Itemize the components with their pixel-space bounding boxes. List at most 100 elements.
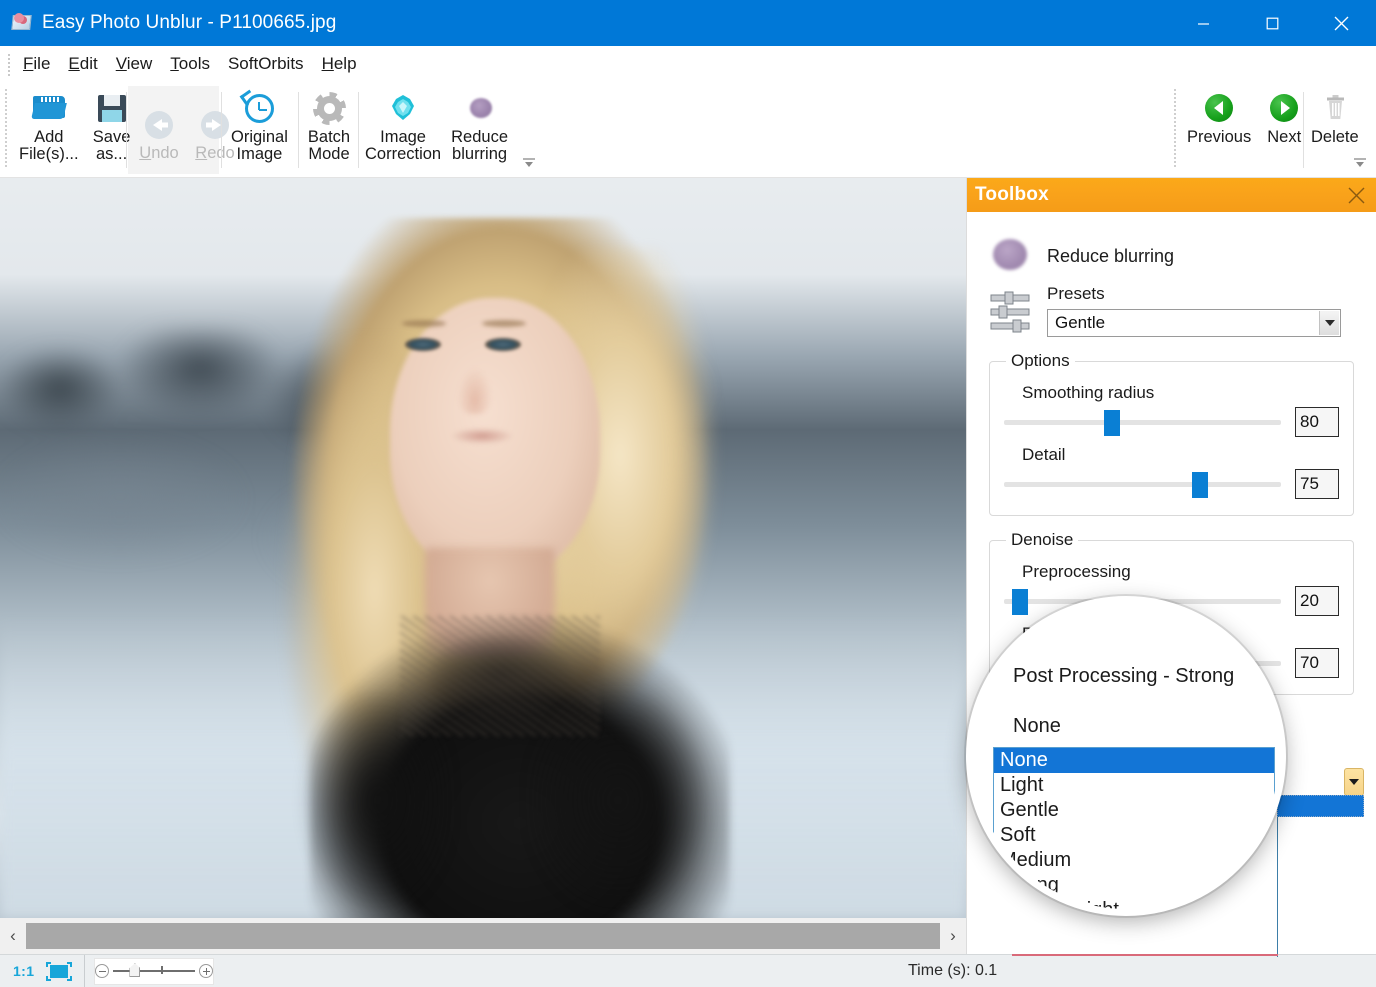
gear-icon [311,90,347,126]
detail-label: Detail [1022,445,1339,465]
magnified-post-processing-label: Post Processing - Strong [1013,665,1234,688]
add-files-button[interactable]: Add File(s)... [14,84,84,165]
delete-button[interactable]: Delete [1306,84,1364,148]
presets-combobox[interactable]: Gentle [1047,309,1341,337]
slider-thumb[interactable] [1192,472,1208,498]
active-tool-name: Reduce blurring [1047,246,1174,267]
zoom-slider-handle[interactable] [129,963,140,977]
save-as-label-2: as... [96,146,127,163]
scrollbar-thumb[interactable] [26,923,940,949]
close-button[interactable] [1307,0,1376,46]
slider-thumb[interactable] [1104,410,1120,436]
scrollbar-track[interactable] [26,923,940,949]
presets-row: Presets Gentle [989,284,1360,337]
zoom-out-icon[interactable] [95,964,109,978]
scroll-left-arrow-icon[interactable]: ‹ [0,918,26,954]
maximize-button[interactable] [1238,0,1307,46]
original-image-label-2: Image [237,146,283,163]
smoothing-radius-slider[interactable] [1004,407,1281,437]
menu-item-help[interactable]: Help [313,52,366,76]
active-tool-header: Reduce blurring [989,236,1360,276]
canvas-horizontal-scrollbar[interactable]: ‹ › [0,918,966,954]
image-canvas[interactable] [0,178,966,918]
dropdown-list-bottom-edge [1012,954,1278,956]
toolbar-overflow-button-right[interactable] [1352,155,1368,173]
zoom-slider-track[interactable] [113,970,195,972]
dropdown-option-soft[interactable]: Soft [994,823,1274,848]
dropdown-option-gentle[interactable]: Gentle [994,798,1274,823]
batch-mode-label-2: Mode [308,146,349,163]
menu-item-view[interactable]: View [107,52,162,76]
magnifier-loupe: Post Processing - Strong None None Light… [966,596,1286,916]
reduce-blurring-label-2: blurring [452,146,507,163]
floppy-disk-icon [94,90,130,126]
toolbar-right-grip [1173,88,1181,168]
minimize-button[interactable] [1169,0,1238,46]
dropdown-option-strong[interactable]: Strong [994,873,1274,898]
subject-mouth [452,428,512,444]
toolbar-separator-2 [221,92,222,168]
dropdown-option-none[interactable]: None [994,748,1274,773]
smoothing-radius-control: Smoothing radius 80 [1004,383,1339,437]
detail-control: Detail 75 [1004,445,1339,499]
toolbar-separator-5 [1303,92,1304,168]
open-folder-icon [31,90,67,126]
scroll-right-arrow-icon[interactable]: › [940,918,966,954]
menu-item-tools[interactable]: Tools [161,52,219,76]
detail-slider[interactable] [1004,469,1281,499]
dropdown-option-light[interactable]: Light [994,773,1274,798]
reduce-blurring-button[interactable]: Reduce blurring [446,84,513,165]
status-divider [84,955,85,987]
subject-lace-trim [400,616,600,736]
dropdown-option-medium[interactable]: Medium [994,848,1274,873]
subject-eye-left [405,338,441,351]
main-toolbar: Add File(s)... Save as... Und [0,82,1376,178]
denoise-legend: Denoise [1006,530,1078,550]
subject-brow-left [402,320,446,327]
title-bar: Easy Photo Unblur - P1100665.jpg [0,0,1376,46]
preprocessing-value[interactable]: 20 [1295,586,1339,616]
smoothing-radius-label: Smoothing radius [1022,383,1339,403]
app-icon [12,13,32,33]
menu-item-softorbits[interactable]: SoftOrbits [219,52,313,76]
purple-blob-icon [462,90,498,126]
dropdown-scroll-down-button[interactable] [1344,768,1364,796]
post-processing-dropdown-list[interactable]: None Light Gentle Soft Medium Strong Qui… [993,747,1275,916]
application-window: Easy Photo Unblur - P1100665.jpg File Ed… [0,0,1376,987]
crystal-icon [385,90,421,126]
green-left-arrow-icon [1201,90,1237,126]
menu-item-edit[interactable]: Edit [59,52,106,76]
options-legend: Options [1006,351,1075,371]
zoom-slider-widget[interactable] [94,958,214,985]
smoothing-radius-value[interactable]: 80 [1295,407,1339,437]
dropdown-selected-row-extension[interactable] [1277,795,1364,817]
subject-nose [458,368,492,414]
reduce-blurring-label-1: Reduce [451,129,508,146]
batch-mode-button[interactable]: Batch Mode [301,84,357,165]
detail-value[interactable]: 75 [1295,469,1339,499]
image-correction-button[interactable]: Image Correction [360,84,446,165]
batch-mode-label-1: Batch [308,129,350,146]
chevron-down-icon[interactable] [1319,311,1339,335]
post-processing-value[interactable]: 70 [1295,648,1339,678]
previous-button[interactable]: Previous [1182,84,1256,148]
toolbar-overflow-button[interactable] [521,155,537,173]
original-image-button[interactable]: Original Image [226,84,293,165]
previous-label: Previous [1187,129,1251,146]
undo-label: Undo [139,145,178,162]
zoom-ratio-button[interactable]: 1:1 [13,963,34,979]
toolbar-separator-3 [298,92,299,168]
menu-bar: File Edit View Tools SoftOrbits Help [0,46,1376,82]
add-files-label-2: File(s)... [19,146,79,163]
next-label: Next [1267,129,1301,146]
clock-history-icon [241,90,277,126]
fit-to-window-icon[interactable] [46,962,72,981]
menu-item-file[interactable]: File [14,52,59,76]
zoom-in-icon[interactable] [199,964,213,978]
options-group: Options Smoothing radius 80 Detail [989,351,1354,516]
toolbox-close-icon[interactable] [1343,182,1369,208]
toolbox-title: Toolbox [975,184,1049,206]
trash-icon [1317,90,1353,126]
image-correction-label-1: Image [380,129,426,146]
toolbar-separator-4 [358,92,359,168]
